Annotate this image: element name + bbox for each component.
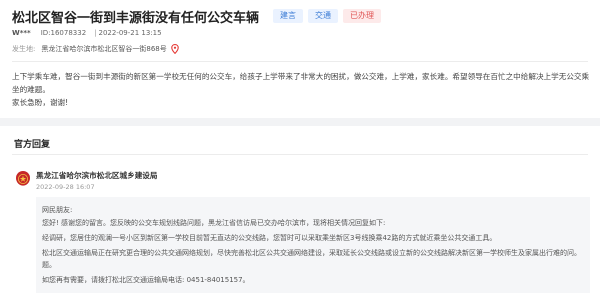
- location-pin-icon[interactable]: [170, 44, 179, 55]
- reply-content-box: 网民朋友: 您好! 感谢您的留言。您反映的公交车规划线路问题，黑龙江省信访局已交…: [36, 197, 590, 293]
- location-row: 发生地: 黑龙江省哈尔滨市松北区智谷一街868号: [12, 44, 179, 55]
- tag-traffic[interactable]: 交通: [308, 9, 339, 23]
- question-id: ID:16078332: [40, 29, 87, 37]
- reply-line: 您好! 感谢您的留言。您反映的公交车规划线路问题，黑龙江省信访局已交办哈尔滨市，…: [42, 219, 386, 227]
- reply-heading: 官方回复: [14, 140, 51, 150]
- tag-status: 已办理: [343, 9, 382, 23]
- reply-line: 经调研，您居住的观澜一号小区到新区第一学校目前暂无直达的公交线路，您暂时可以采取…: [42, 234, 497, 242]
- question-content: 上下学乘车难，智谷一街到丰源街的新区第一学校无任何的公交车，给孩子上学带来了非常…: [12, 70, 590, 109]
- reply-organization: 黑龙江省哈尔滨市松北区城乡建设局: [36, 171, 158, 180]
- question-meta: W*** ID:16078332 | 2022-09-21 13:15: [12, 29, 162, 37]
- question-content-line: 家长急盼，谢谢!: [12, 98, 69, 107]
- reply-time: 2022-09-28 16:07: [36, 183, 95, 191]
- page: 松北区智谷一街到丰源街没有任何公交车辆 建言 交通 已办理 W*** ID:16…: [0, 0, 600, 293]
- author-name: W***: [12, 29, 31, 37]
- reply-line: 如您再有需要，请拨打松北区交通运输局电话: 0451-84015157。: [42, 276, 250, 284]
- question-title: 松北区智谷一街到丰源街没有任何公交车辆: [12, 10, 260, 26]
- tag-suggestion[interactable]: 建言: [273, 9, 304, 23]
- title-row: 松北区智谷一街到丰源街没有任何公交车辆 建言 交通 已办理: [12, 7, 382, 26]
- reply-line: 松北区交通运输局正在研究更合理的公共交通网络规划，尽快完善松北区公共交通网络建设…: [42, 249, 581, 257]
- divider: [12, 61, 588, 62]
- question-date: 2022-09-21 13:15: [98, 29, 162, 37]
- divider: [12, 154, 588, 155]
- official-reply-card: 官方回复 黑龙江省哈尔滨市松北区城乡建设局 2022-09-28 16:07 网…: [0, 126, 600, 293]
- question-content-line: 上下学乘车难，智谷一街到丰源街的新区第一学校无任何的公交车，给孩子上学带来了非常…: [12, 72, 590, 94]
- government-emblem-icon: [16, 171, 30, 186]
- reply-line: 网民朋友:: [42, 206, 73, 214]
- location-label: 发生地:: [12, 45, 36, 53]
- question-card: 松北区智谷一街到丰源街没有任何公交车辆 建言 交通 已办理 W*** ID:16…: [0, 0, 600, 118]
- reply-line: 题。: [42, 261, 56, 269]
- location-value: 黑龙江省哈尔滨市松北区智谷一街868号: [41, 45, 167, 53]
